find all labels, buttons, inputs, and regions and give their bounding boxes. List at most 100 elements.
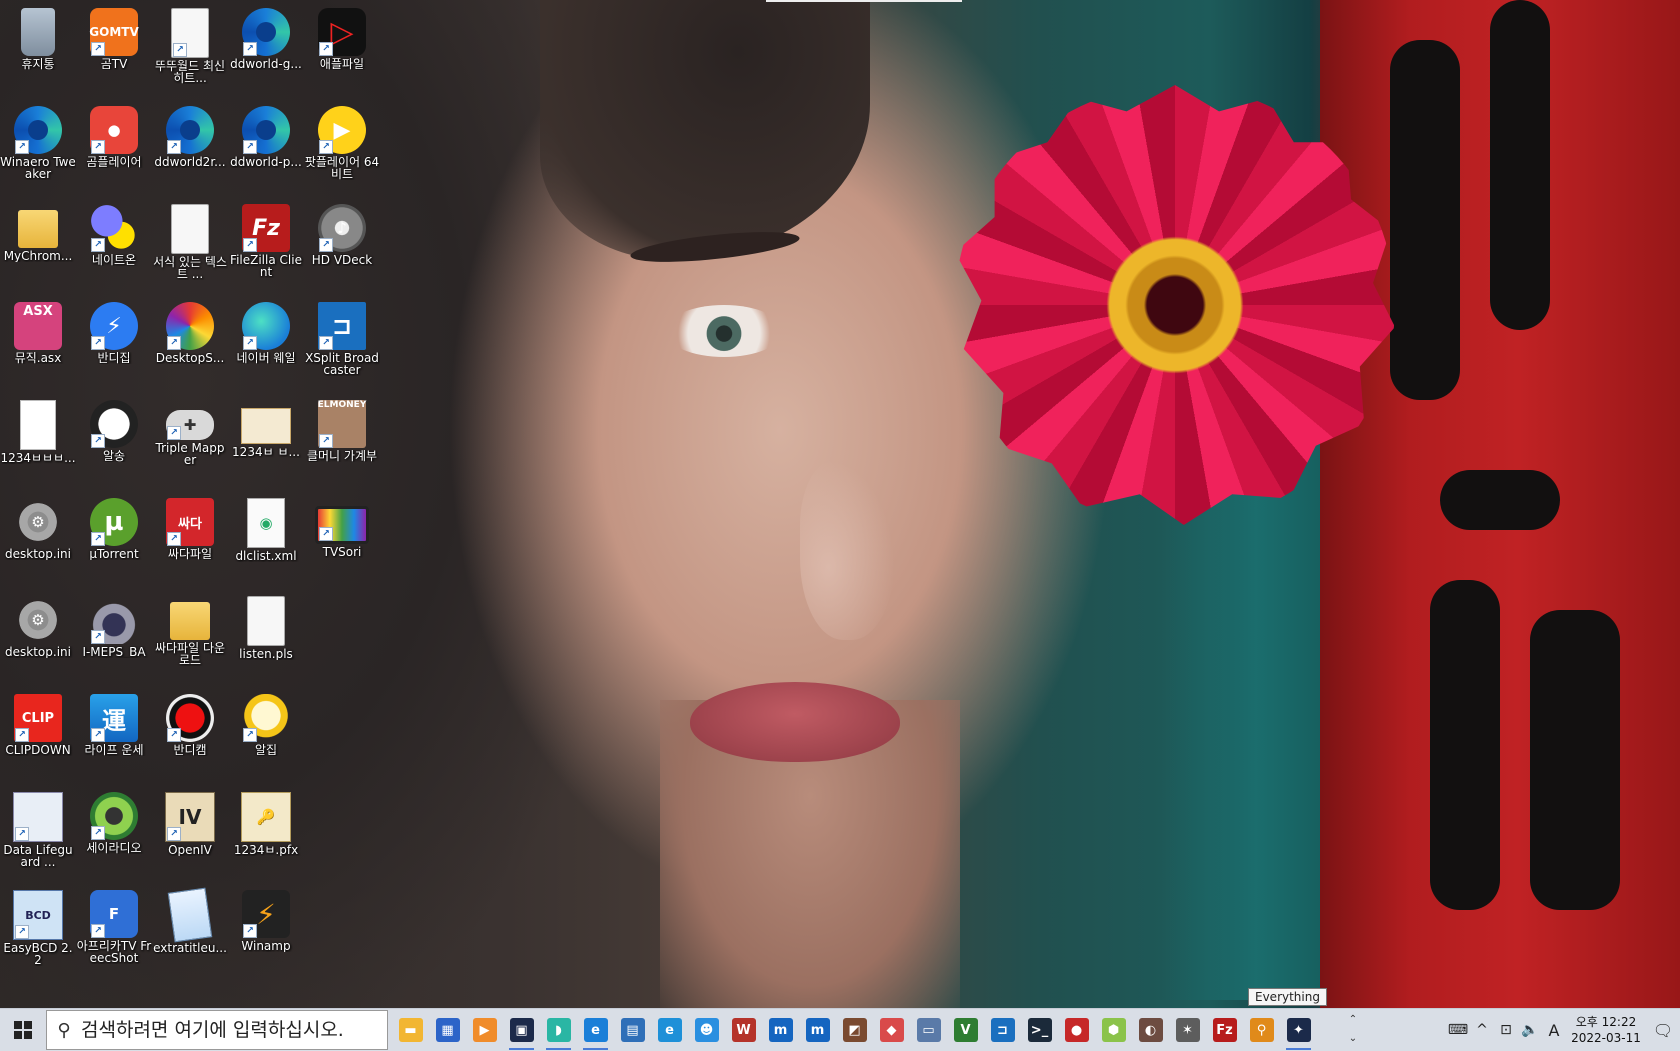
shortcut-arrow-icon: ↗ <box>91 336 105 350</box>
desktop-icon[interactable]: ASX 뮤직.asx <box>0 298 76 394</box>
desktop-icon[interactable]: CLIP ↗ CLIPDOWN <box>0 690 76 786</box>
taskbar-scroll-arrows[interactable]: ⌃ ⌄ <box>1346 1010 1360 1048</box>
desktop-icon[interactable]: ↗ ddworld-g... <box>228 4 304 100</box>
taskbar-app-monitor-app[interactable]: ▣ <box>503 1009 540 1051</box>
keyboard-icon[interactable]: ⌨ <box>1446 1009 1470 1051</box>
desktop-icon[interactable]: Fz ↗ FileZilla Client <box>228 200 304 296</box>
taskbar-app-everything-search[interactable]: ⚲ <box>1243 1009 1280 1051</box>
taskbar-app-app-m1[interactable]: m <box>762 1009 799 1051</box>
input-method-indicator[interactable]: A <box>1542 1009 1566 1051</box>
taskbar-app-vim[interactable]: V <box>947 1009 984 1051</box>
desktop-icon[interactable]: ELMONEY ↗ 클머니 가계부 <box>304 396 380 492</box>
desktop-icon[interactable]: ↗ TVSori <box>304 494 380 590</box>
desktop-icon[interactable]: ↗ 뚜뚜월드 최신히트... <box>152 4 228 100</box>
taskbar-app-photos[interactable]: ▤ <box>614 1009 651 1051</box>
taskbar-app-store[interactable]: ▦ <box>429 1009 466 1051</box>
system-tray: ⌨ ^ ⊡ 🔈 A 오후 12:22 2022-03-11 🗨 <box>1446 1009 1680 1051</box>
desktop-icon[interactable]: ⊐ ↗ XSplit Broadcaster <box>304 298 380 394</box>
taskbar-app-bandicam[interactable]: ● <box>1058 1009 1095 1051</box>
app-m1-icon: m <box>768 1018 793 1042</box>
taskbar-app-game-app[interactable]: ◐ <box>1132 1009 1169 1051</box>
desktop-icon[interactable]: ↗ I-MEPS_BA <box>76 592 152 688</box>
desktop-icon[interactable]: ↗ 반디캠 <box>152 690 228 786</box>
desktop-icon[interactable]: 運 ↗ 라이프 운세 <box>76 690 152 786</box>
notification-center-icon[interactable]: 🗨 <box>1646 1009 1680 1051</box>
desktop-icon[interactable]: ↗ 알집 <box>228 690 304 786</box>
desktop-icon-label: 휴지통 <box>21 58 55 70</box>
store-icon: ▦ <box>435 1018 460 1042</box>
clock[interactable]: 오후 12:22 2022-03-11 <box>1566 1014 1646 1046</box>
taskbar-app-media-player[interactable]: ▶ <box>466 1009 503 1051</box>
desktop-icon[interactable]: ⚡ ↗ Winamp <box>228 886 304 982</box>
desktop-icon[interactable]: BCD ↗ EasyBCD 2.2 <box>0 886 76 982</box>
desktop-icon[interactable]: MyChrom... <box>0 200 76 296</box>
taskbar-app-tag-app[interactable]: ◆ <box>873 1009 910 1051</box>
desktop-icon[interactable]: 1234ㅂ ㅂ... <box>228 396 304 492</box>
taskbar-app-whale-browser[interactable]: ◗ <box>540 1009 577 1051</box>
wallpaper-nose <box>800 460 895 640</box>
desktop-icon[interactable]: ⚙ desktop.ini <box>0 592 76 688</box>
desktop-icon[interactable]: ↗ 네이트온 <box>76 200 152 296</box>
desktop-icon[interactable]: 1234ㅂㅂㅂ... <box>0 396 76 492</box>
desktop-icon[interactable]: ♪ ↗ HD VDeck <box>304 200 380 296</box>
taskbar-app-filezilla[interactable]: Fz <box>1206 1009 1243 1051</box>
taskbar-app-app-m2[interactable]: m <box>799 1009 836 1051</box>
desktop-icon[interactable]: IV ↗ OpenIV <box>152 788 228 884</box>
show-hidden-icons-chevron-icon[interactable]: ^ <box>1470 1009 1494 1051</box>
desktop-icon[interactable]: ↗ ddworld-p... <box>228 102 304 198</box>
desktop-icon[interactable]: ▷ ↗ 애플파일 <box>304 4 380 100</box>
taskbar-app-window-app[interactable]: ▭ <box>910 1009 947 1051</box>
desktop-icon[interactable]: ↗ 세이라디오 <box>76 788 152 884</box>
clipdown-icon: CLIP ↗ <box>14 694 62 742</box>
taskbar-app-xsplit[interactable]: ⊐ <box>984 1009 1021 1051</box>
desktop-icon[interactable]: µ ↗ µTorrent <box>76 494 152 590</box>
desktop-icon[interactable]: ▶ ↗ 팟플레이어 64 비트 <box>304 102 380 198</box>
search-input[interactable] <box>81 1019 381 1041</box>
volume-icon[interactable]: 🔈 <box>1518 1009 1542 1051</box>
chevron-down-icon[interactable]: ⌄ <box>1346 1029 1360 1048</box>
taskbar-app-terminal[interactable]: >_ <box>1021 1009 1058 1051</box>
desktop-icon[interactable]: ↗ 네이버 웨일 <box>228 298 304 394</box>
desktop-icon[interactable]: ◉ dlclist.xml <box>228 494 304 590</box>
desktop-icon[interactable]: F ↗ 아프리카TV FreecShot <box>76 886 152 982</box>
desktop-icon[interactable]: GOMTV ↗ 곰TV <box>76 4 152 100</box>
desktop-icon[interactable]: ↗ Data Lifeguard ... <box>0 788 76 884</box>
taskbar-app-file-explorer[interactable]: ▬ <box>392 1009 429 1051</box>
desktop-icon[interactable]: ♫ ↗ 알송 <box>76 396 152 492</box>
taskbar-app-photo-viewer[interactable]: ◩ <box>836 1009 873 1051</box>
taskbar-app-star-app[interactable]: ✦ <box>1280 1009 1317 1051</box>
hex-app-icon: ⬢ <box>1101 1018 1126 1042</box>
start-button[interactable] <box>0 1009 46 1051</box>
search-box[interactable]: ⚲ <box>46 1010 388 1050</box>
bat-app-icon: ✶ <box>1175 1018 1200 1042</box>
desktop-icon[interactable]: ⚙ desktop.ini <box>0 494 76 590</box>
desktop-icon[interactable]: ✚ ↗ Triple Mapper <box>152 396 228 492</box>
desktop-icon[interactable]: ↗ DesktopS... <box>152 298 228 394</box>
desktop-icon[interactable]: ↗ ddworld2r... <box>152 102 228 198</box>
desktop-icon[interactable]: ↗ Winaero Tweaker <box>0 102 76 198</box>
fortune-icon: 運 ↗ <box>90 694 138 742</box>
desktop-icon[interactable]: 서식 있는 텍스트 ... <box>152 200 228 296</box>
desktop-icon[interactable]: 싸다파일 다운로드 <box>152 592 228 688</box>
chevron-up-icon[interactable]: ⌃ <box>1346 1010 1360 1029</box>
desktop-icon[interactable]: 🔑 1234ㅂ.pfx <box>228 788 304 884</box>
taskbar-app-hex-app[interactable]: ⬢ <box>1095 1009 1132 1051</box>
taskbar-app-people[interactable]: ☻ <box>688 1009 725 1051</box>
desktop-icon[interactable]: 휴지통 <box>0 4 76 100</box>
desktop-icon[interactable]: listen.pls <box>228 592 304 688</box>
taskbar-app-winrar[interactable]: W <box>725 1009 762 1051</box>
desktop-icon[interactable]: 싸다 ↗ 싸다파일 <box>152 494 228 590</box>
desktop-icon[interactable]: ⚡ ↗ 반디집 <box>76 298 152 394</box>
shortcut-arrow-icon: ↗ <box>91 924 105 938</box>
network-icon[interactable]: ⊡ <box>1494 1009 1518 1051</box>
desktop-icon[interactable]: extratitleu... <box>152 886 228 982</box>
desktop-icon-label: 싸다파일 <box>167 548 213 560</box>
taskbar-app-bat-app[interactable]: ✶ <box>1169 1009 1206 1051</box>
desktop-icon[interactable]: ● ↗ 곰플레이어 <box>76 102 152 198</box>
taskbar-app-internet-explorer[interactable]: e <box>651 1009 688 1051</box>
desktop-icon-label: XSplit Broadcaster <box>305 352 379 376</box>
nateon-icon: ↗ <box>90 204 138 252</box>
taskbar-app-edge-browser[interactable]: e <box>577 1009 614 1051</box>
edge-icon: ↗ <box>166 106 214 154</box>
file-explorer-icon: ▬ <box>398 1018 423 1042</box>
